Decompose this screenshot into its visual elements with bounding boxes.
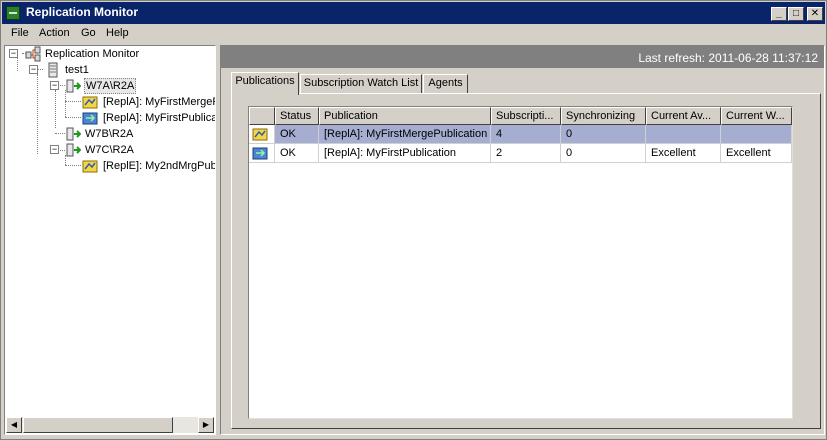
publications-panel: Status Publication Subscripti... Synchro…: [231, 93, 821, 429]
collapse-toggle[interactable]: −: [50, 81, 59, 90]
refresh-status-bar: Last refresh: 2011-06-28 11:37:12: [221, 46, 824, 68]
window-title: Replication Monitor: [26, 5, 138, 19]
replication-monitor-icon: [25, 46, 41, 62]
tree-item-merge-publication[interactable]: [ReplA]: MyFirstMergeP: [5, 94, 215, 110]
row-icon-cell: [249, 125, 275, 144]
title-bar[interactable]: Replication Monitor _ □ ✕: [2, 2, 825, 24]
close-button[interactable]: ✕: [807, 7, 823, 21]
table-row[interactable]: OK [ReplA]: MyFirstMergePublication 4 0: [249, 125, 792, 144]
tree-item-label: W7A\R2A: [84, 78, 137, 94]
column-header-subscriptions[interactable]: Subscripti...: [491, 107, 561, 125]
publisher-icon: [65, 142, 82, 158]
collapse-toggle[interactable]: −: [29, 65, 38, 74]
tree-item-w7b-r2a[interactable]: W7B\R2A: [5, 126, 215, 142]
table-row[interactable]: OK [ReplA]: MyFirstPublication 2 0 Excel…: [249, 144, 792, 163]
tree-item-label: Replication Monitor: [45, 48, 140, 60]
current-worst-cell: [721, 125, 792, 144]
replication-monitor-app-icon: [6, 6, 20, 20]
tab-subscription-watch-list[interactable]: Subscription Watch List: [300, 74, 422, 93]
minimize-button[interactable]: _: [771, 7, 787, 21]
menu-help[interactable]: Help: [106, 27, 129, 39]
collapse-toggle[interactable]: −: [50, 145, 59, 154]
subscriptions-cell: 4: [491, 125, 561, 144]
column-header-icon[interactable]: [249, 107, 275, 125]
tree-item-merge-publication-2[interactable]: [ReplE]: My2ndMrgPub: [5, 158, 215, 174]
column-header-current-average[interactable]: Current Av...: [646, 107, 721, 125]
menu-action[interactable]: Action: [39, 27, 70, 39]
tree-item-replication-monitor[interactable]: − Replication Monitor: [5, 46, 215, 62]
column-header-publication[interactable]: Publication: [319, 107, 491, 125]
collapse-toggle[interactable]: −: [9, 49, 18, 58]
transactional-publication-icon: [82, 110, 98, 126]
distributor-server-icon: [45, 62, 61, 78]
row-icon-cell: [249, 144, 275, 163]
tree-horizontal-scrollbar[interactable]: ◀ ▶: [6, 417, 214, 433]
publisher-icon: [65, 78, 82, 94]
publisher-icon: [65, 126, 82, 142]
merge-publication-icon: [252, 128, 268, 143]
last-refresh-text: Last refresh: 2011-06-28 11:37:12: [638, 51, 818, 65]
tree-item-label: W7C\R2A: [85, 144, 134, 156]
current-average-cell: Excellent: [646, 144, 721, 163]
maximize-button[interactable]: □: [788, 7, 804, 21]
publications-grid[interactable]: Status Publication Subscripti... Synchro…: [248, 106, 793, 419]
subscriptions-cell: 2: [491, 144, 561, 163]
status-cell: OK: [275, 125, 319, 144]
tab-agents[interactable]: Agents: [423, 74, 468, 93]
status-cell: OK: [275, 144, 319, 163]
tree-item-label: test1: [65, 64, 89, 76]
scroll-left-button[interactable]: ◀: [6, 417, 22, 433]
tree-item-transactional-publication[interactable]: [ReplA]: MyFirstPublicat: [5, 110, 215, 126]
synchronizing-cell: 0: [561, 125, 646, 144]
merge-publication-icon: [82, 158, 98, 174]
publication-cell: [ReplA]: MyFirstPublication: [319, 144, 491, 163]
menu-bar: File Action Go Help: [2, 24, 825, 43]
tree-item-test1[interactable]: − test1: [5, 62, 215, 78]
replication-monitor-window: Replication Monitor _ □ ✕ File Action Go…: [0, 0, 827, 440]
tab-publications[interactable]: Publications: [231, 72, 299, 95]
tree-item-label: [ReplA]: MyFirstPublicat: [103, 112, 216, 124]
publication-cell: [ReplA]: MyFirstMergePublication: [319, 125, 491, 144]
tree-item-w7a-r2a[interactable]: − W7A\R2A: [5, 78, 215, 94]
tree-item-label: W7B\R2A: [85, 128, 134, 140]
column-header-synchronizing[interactable]: Synchronizing: [561, 107, 646, 125]
menu-file[interactable]: File: [11, 27, 29, 39]
menu-go[interactable]: Go: [81, 27, 96, 39]
current-average-cell: [646, 125, 721, 144]
scroll-thumb[interactable]: [23, 417, 173, 433]
tree-item-label: [ReplA]: MyFirstMergeP: [103, 96, 216, 108]
transactional-publication-icon: [252, 147, 268, 162]
tree-item-w7c-r2a[interactable]: − W7C\R2A: [5, 142, 215, 158]
details-pane: Last refresh: 2011-06-28 11:37:12 Public…: [220, 45, 825, 435]
scroll-right-button[interactable]: ▶: [198, 417, 214, 433]
column-header-current-worst[interactable]: Current W...: [721, 107, 792, 125]
tree-item-label: [ReplE]: My2ndMrgPub: [103, 160, 216, 172]
current-worst-cell: Excellent: [721, 144, 792, 163]
synchronizing-cell: 0: [561, 144, 646, 163]
navigation-tree[interactable]: − Replication Monitor − test1 − W7A\R2A: [4, 45, 216, 435]
merge-publication-icon: [82, 94, 98, 110]
column-header-status[interactable]: Status: [275, 107, 319, 125]
